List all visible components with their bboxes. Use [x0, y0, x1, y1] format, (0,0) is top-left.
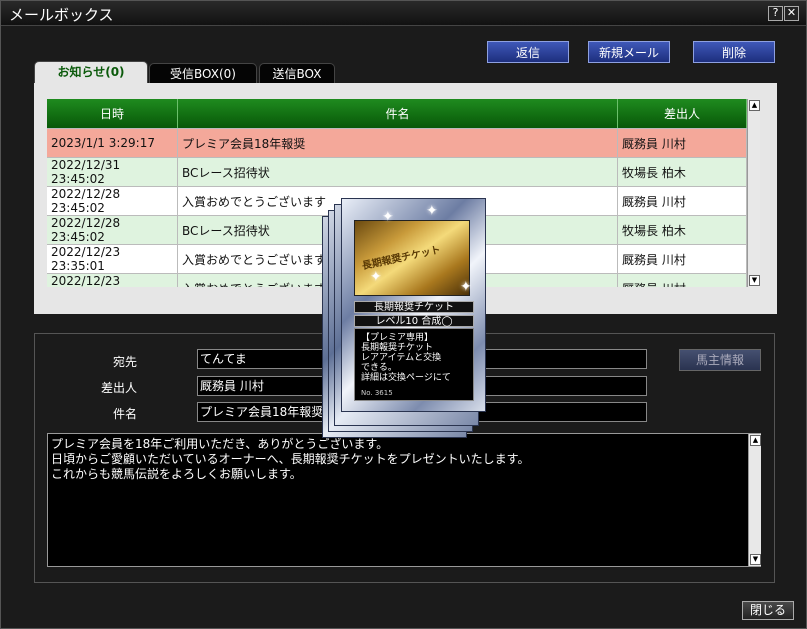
close-icon[interactable]: ✕: [784, 6, 799, 21]
card-number: No. 3615: [361, 389, 393, 397]
tab-sent[interactable]: 送信BOX: [259, 63, 335, 83]
scroll-down-icon[interactable]: ▼: [749, 275, 760, 286]
cell-sender: 厩務員 川村: [618, 245, 747, 273]
card-desc-line: 【プレミア専用】: [361, 333, 434, 343]
subject-label: 件名: [112, 407, 137, 421]
cell-date: 2023/1/1 3:29:17: [47, 129, 178, 157]
table-row[interactable]: 2022/12/31 23:45:02 BCレース招待状 牧場長 柏木: [47, 157, 747, 186]
ticket-image-text: 長期報奨チケット: [361, 244, 442, 273]
card-desc-line: 長期報奨チケット: [361, 343, 434, 353]
sparkle-icon: ✦: [426, 203, 438, 219]
cell-sender: 厩務員 川村: [618, 187, 747, 215]
sparkle-icon: ✦: [370, 269, 382, 285]
help-button[interactable]: ?: [768, 6, 783, 21]
card-description: 【プレミア専用】 長期報奨チケット レアアイテムと交換 できる。 詳細は交換ペー…: [354, 328, 474, 401]
scroll-up-icon[interactable]: ▲: [750, 435, 761, 446]
cell-date: 2022/12/31 23:45:02: [47, 158, 178, 186]
cell-sender: 厩務員 川村: [618, 129, 747, 157]
mail-body[interactable]: プレミア会員を18年ご利用いただき、ありがとうございます。 日頃からご愛顧いただ…: [47, 433, 761, 567]
table-header: 日時 件名 差出人: [47, 99, 747, 128]
cell-subject: BCレース招待状: [178, 158, 618, 186]
tab-inbox[interactable]: 受信BOX(0): [149, 63, 257, 83]
from-label: 差出人: [100, 381, 137, 395]
body-line: プレミア会員を18年ご利用いただき、ありがとうございます。: [51, 437, 389, 451]
window-title: メールボックス: [9, 6, 114, 24]
header-subject[interactable]: 件名: [178, 99, 618, 128]
card-desc-line: 詳細は交換ページにて: [361, 373, 451, 383]
body-line: 日頃からご愛顧いただいているオーナーへ、長期報奨チケットをプレゼントいたします。: [51, 452, 530, 466]
scroll-down-icon[interactable]: ▼: [750, 554, 761, 565]
list-scrollbar[interactable]: ▲ ▼: [747, 99, 760, 287]
card-level: レベル10 合成◯: [354, 315, 474, 327]
mailbox-window: メールボックス ? ✕ 返信 新規メール 削除 お知らせ(0) 受信BOX(0)…: [0, 0, 807, 629]
card-desc-line: レアアイテムと交換: [361, 353, 442, 363]
cell-date: 2022/12/23 21:45:02: [47, 274, 178, 287]
cell-sender: 牧場長 柏木: [618, 158, 747, 186]
delete-button[interactable]: 削除: [693, 41, 775, 63]
sparkle-icon: ✦: [460, 279, 472, 295]
table-row[interactable]: 2023/1/1 3:29:17 プレミア会員18年報奨 厩務員 川村: [47, 128, 747, 157]
scroll-up-icon[interactable]: ▲: [749, 100, 760, 111]
new-mail-button[interactable]: 新規メール: [588, 41, 670, 63]
cell-sender: 牧場長 柏木: [618, 216, 747, 244]
close-button[interactable]: 閉じる: [742, 601, 794, 620]
cell-sender: 厩務員 川村: [618, 274, 747, 287]
title-bar[interactable]: メールボックス ? ✕: [1, 1, 806, 26]
header-sender[interactable]: 差出人: [618, 99, 747, 128]
tab-notices[interactable]: お知らせ(0): [34, 61, 148, 83]
cell-date: 2022/12/23 23:35:01: [47, 245, 178, 273]
card-desc-line: できる。: [361, 363, 397, 373]
cell-subject: プレミア会員18年報奨: [178, 129, 618, 157]
cell-date: 2022/12/28 23:45:02: [47, 187, 178, 215]
owner-info-button[interactable]: 馬主情報: [679, 349, 761, 371]
to-label: 宛先: [112, 355, 137, 369]
card-name: 長期報奨チケット: [354, 301, 474, 313]
reply-button[interactable]: 返信: [487, 41, 569, 63]
body-scrollbar[interactable]: ▲ ▼: [748, 434, 761, 566]
body-line: これからも競馬伝説をよろしくお願いします。: [51, 467, 302, 481]
sparkle-icon: ✦: [382, 209, 394, 225]
card-front: 長期報奨チケット ✦ ✦ ✦ ✦ 長期報奨チケット レベル10 合成◯ 【プレミ…: [341, 198, 486, 412]
header-date[interactable]: 日時: [47, 99, 178, 128]
cell-date: 2022/12/28 23:45:02: [47, 216, 178, 244]
item-card-popup[interactable]: 長期報奨チケット ✦ ✦ ✦ ✦ 長期報奨チケット レベル10 合成◯ 【プレミ…: [322, 198, 486, 438]
